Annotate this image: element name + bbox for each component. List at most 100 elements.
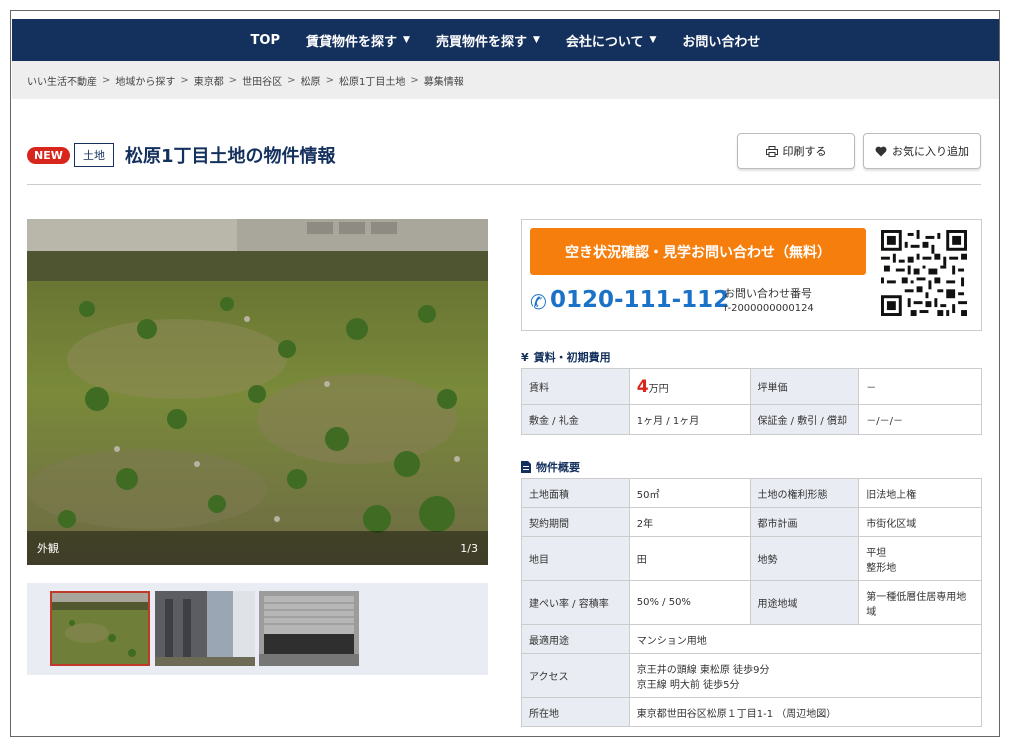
- photo-counter: 1/3: [460, 541, 478, 555]
- nav-rent-search[interactable]: 賃貸物件を探す ▼: [306, 31, 410, 50]
- breadcrumb-tokyo[interactable]: 東京都: [194, 73, 224, 88]
- access-label: アクセス: [521, 653, 630, 698]
- best-use-label: 最適用途: [521, 624, 630, 654]
- tsubo-price-value: －: [858, 368, 982, 405]
- access-line-1: 京王井の頭線 東松原 徒歩9分: [636, 664, 770, 676]
- thumbnail-building-image: [155, 591, 255, 666]
- document-icon: [521, 461, 531, 473]
- terrain-label: 地勢: [749, 536, 860, 581]
- inquiry-button[interactable]: 空き状況確認・見学お問い合わせ（無料）: [530, 228, 866, 275]
- thumbnail-garage-image: [259, 591, 359, 666]
- access-line-2: 京王線 明大前 徒歩5分: [636, 679, 740, 691]
- nav-contact[interactable]: お問い合わせ: [682, 31, 760, 50]
- breadcrumb: いい生活不動産 > 地域から探す > 東京都 > 世田谷区 > 松原 > 松原1…: [12, 61, 999, 99]
- table-row: 土地面積 50㎡ 土地の権利形態 旧法地上権: [521, 478, 982, 508]
- contract-term-value: 2年: [628, 507, 751, 537]
- land-right-label: 土地の権利形態: [749, 478, 860, 508]
- rent-label: 賃料: [521, 368, 630, 405]
- nearby-map-link[interactable]: （周辺地図）: [776, 709, 836, 720]
- phone-icon: ✆: [530, 290, 547, 314]
- qr-code-icon: [881, 230, 967, 316]
- nav-rent-search-label: 賃貸物件を探す: [306, 34, 398, 50]
- land-right-value: 旧法地上権: [858, 478, 982, 508]
- print-button[interactable]: 印刷する: [737, 133, 855, 169]
- table-row: 敷金 / 礼金 1ヶ月 / 1ヶ月 保証金 / 敷引 / 償却 －/－/－: [521, 404, 982, 435]
- access-cell: 京王井の頭線 東松原 徒歩9分 京王線 明大前 徒歩5分: [628, 653, 983, 698]
- land-category-value: 田: [628, 536, 751, 581]
- terrain-value-2: 整形地: [866, 562, 897, 574]
- overview-heading: 物件概要: [521, 459, 580, 475]
- page-frame: TOP 賃貸物件を探す ▼ 売買物件を探す ▼ 会社について ▼ お問い合わせ いい生…: [10, 10, 1000, 737]
- title-bar: NEW 土地 松原1丁目土地の物件情報 印刷する お気に入り追加: [27, 133, 981, 185]
- page-title: 松原1丁目土地の物件情報: [125, 146, 336, 167]
- vacant-lot-photo: [27, 219, 488, 565]
- thumbnail-2[interactable]: [155, 591, 255, 666]
- best-use-value: マンション用地: [628, 624, 983, 654]
- fees-table: 賃料 4万円 坪単価 － 敷金 / 礼金 1ヶ月 / 1ヶ月 保証金 / 敷引 …: [521, 368, 982, 435]
- nav-top[interactable]: TOP: [251, 33, 280, 48]
- contract-term-label: 契約期間: [521, 507, 630, 537]
- table-row: 賃料 4万円 坪単価 －: [521, 368, 982, 405]
- city-plan-label: 都市計画: [749, 507, 860, 537]
- contact-box: 空き状況確認・見学お問い合わせ（無料） ✆ 0120-111-112 お問い合わ…: [521, 219, 982, 331]
- breadcrumb-property[interactable]: 松原1丁目土地: [339, 73, 405, 88]
- breadcrumb-current: 募集情報: [423, 76, 464, 88]
- print-label: 印刷する: [782, 145, 827, 158]
- fees-heading-label: 賃料・初期費用: [533, 351, 611, 364]
- address-cell: 東京都世田谷区松原１丁目1-1 （周辺地図）: [628, 697, 983, 727]
- breadcrumb-separator: >: [325, 74, 334, 86]
- property-type-badge: 土地: [74, 143, 114, 167]
- chevron-down-icon: ▼: [403, 35, 410, 45]
- breadcrumb-separator: >: [287, 74, 296, 86]
- table-row: 地目 田 地勢 平坦整形地: [521, 536, 982, 581]
- breadcrumb-separator: >: [102, 74, 111, 86]
- land-category-label: 地目: [521, 536, 630, 581]
- new-badge: NEW: [27, 147, 70, 164]
- yen-icon: ¥: [521, 350, 529, 364]
- thumbnail-3[interactable]: [259, 591, 359, 666]
- zoning-value: 第一種低層住居専用地域: [858, 580, 982, 625]
- zoning-label: 用途地域: [749, 580, 860, 625]
- table-row: 建ぺい率 / 容積率 50% / 50% 用途地域 第一種低層住居専用地域: [521, 580, 982, 625]
- thumbnail-1[interactable]: [50, 591, 150, 666]
- address-label: 所在地: [521, 697, 630, 727]
- photo-caption: 外観: [37, 542, 59, 555]
- nav-sale-search-label: 売買物件を探す: [435, 34, 527, 50]
- table-row: 所在地 東京都世田谷区松原１丁目1-1 （周辺地図）: [521, 697, 983, 727]
- inquiry-number: r-2000000000124: [724, 303, 814, 314]
- nav-sale-search[interactable]: 売買物件を探す ▼: [436, 31, 540, 50]
- nav-top-label: TOP: [250, 32, 280, 48]
- land-area-value: 50㎡: [628, 478, 751, 508]
- breadcrumb-area-search[interactable]: 地域から探す: [115, 73, 175, 88]
- breadcrumb-separator: >: [180, 74, 189, 86]
- deposit-label: 敷金 / 礼金: [521, 404, 630, 435]
- thumbnail-lot-image: [52, 593, 148, 664]
- breadcrumb-separator: >: [228, 74, 238, 86]
- deposit-value: 1ヶ月 / 1ヶ月: [628, 404, 751, 435]
- rent-cell: 4万円: [628, 368, 751, 405]
- breadcrumb-separator: >: [410, 74, 419, 86]
- rent-unit: 万円: [648, 383, 669, 395]
- printer-icon: [765, 145, 778, 157]
- guarantee-value: －/－/－: [858, 404, 982, 435]
- breadcrumb-home[interactable]: いい生活不動産: [27, 73, 97, 88]
- inquiry-number-label: お問い合わせ番号: [724, 287, 812, 300]
- add-favorite-button[interactable]: お気に入り追加: [863, 133, 981, 169]
- main-photo[interactable]: 外観 1/3: [27, 219, 488, 565]
- guarantee-label: 保証金 / 敷引 / 償却: [749, 404, 860, 435]
- tsubo-price-label: 坪単価: [749, 368, 860, 405]
- heart-icon: [875, 146, 887, 156]
- main-nav: TOP 賃貸物件を探す ▼ 売買物件を探す ▼ 会社について ▼ お問い合わせ: [12, 19, 999, 61]
- phone-number[interactable]: 0120-111-112: [550, 287, 729, 313]
- nav-company[interactable]: 会社について ▼: [566, 31, 657, 50]
- table-row: 最適用途 マンション用地: [521, 624, 983, 654]
- table-row: アクセス 京王井の頭線 東松原 徒歩9分 京王線 明大前 徒歩5分: [521, 653, 983, 698]
- photo-caption-bar: 外観 1/3: [27, 531, 488, 565]
- breadcrumb-setagaya[interactable]: 世田谷区: [242, 73, 282, 88]
- terrain-value-1: 平坦: [866, 547, 887, 559]
- breadcrumb-matsubara[interactable]: 松原: [301, 73, 321, 88]
- thumbnail-strip: [27, 583, 488, 675]
- favorite-label: お気に入り追加: [892, 145, 969, 158]
- table-row: 契約期間 2年 都市計画 市街化区域: [521, 507, 982, 537]
- chevron-down-icon: ▼: [649, 35, 657, 45]
